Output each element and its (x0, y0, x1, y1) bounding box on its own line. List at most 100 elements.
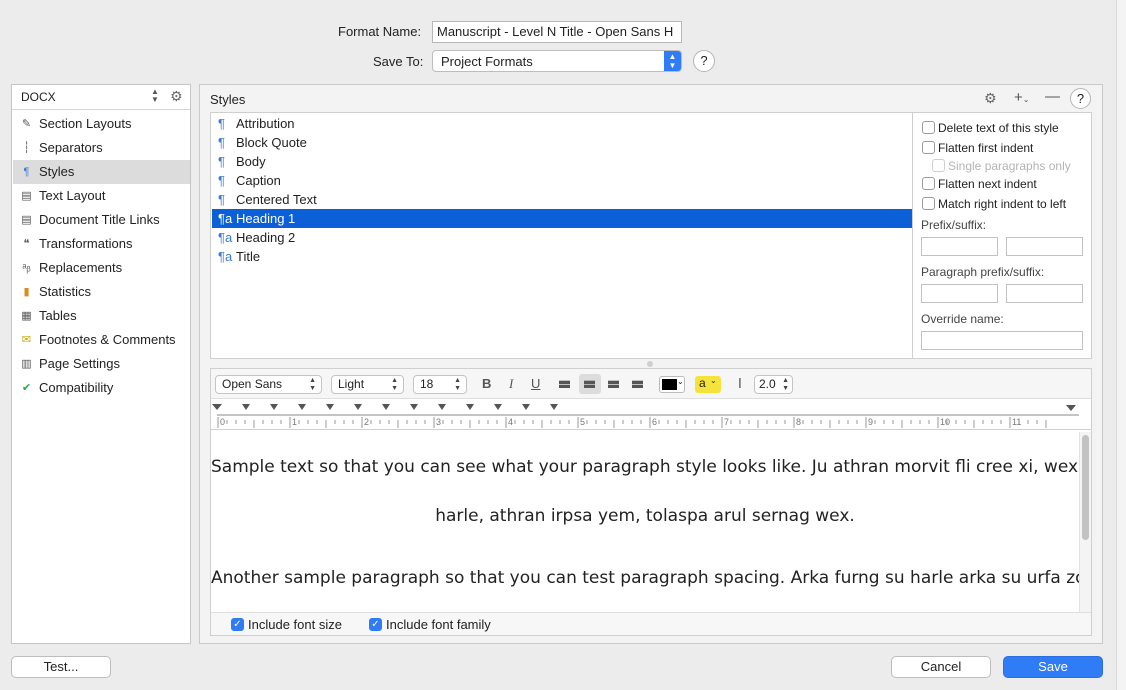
sample-preview: Sample text so that you can see what you… (211, 431, 1079, 612)
ruler-label: 2 (364, 417, 370, 427)
chevron-updown-icon: ▲ ▼ (454, 377, 461, 392)
split-handle[interactable] (647, 361, 653, 367)
format-name-label: Format Name: (338, 24, 422, 39)
sidebar-item[interactable]: ❝ Transformations (13, 232, 190, 256)
match-right-checkbox[interactable] (922, 197, 935, 210)
font-weight-value: Light (338, 377, 365, 391)
bold-button[interactable]: B (482, 376, 491, 391)
page-icon: ▥ (21, 358, 32, 370)
sidebar: DOCX ▲ ▼ ⚙ ✎ Section Layouts ┆ Separators ¶ St… (11, 84, 191, 644)
single-paragraphs-checkbox[interactable] (932, 159, 945, 172)
sidebar-item[interactable]: ▤ Text Layout (13, 184, 190, 208)
style-list-item-label: Heading 2 (236, 230, 296, 245)
font-weight-select[interactable]: Light ▲ ▼ (331, 375, 404, 394)
font-family-value: Open Sans (222, 377, 283, 391)
sidebar-item[interactable]: ✔ Compatibility (13, 376, 190, 400)
style-list-item[interactable]: ¶ Attribution (212, 114, 912, 133)
style-list-item[interactable]: ¶a Heading 1 (212, 209, 912, 228)
align-right-icon[interactable]: ▬ ▬ (608, 376, 619, 391)
paragraph-suffix-input[interactable] (1006, 284, 1083, 303)
bottom-options-bar (211, 612, 1091, 635)
sidebar-item[interactable]: ▮ Statistics (13, 280, 190, 304)
tab-stop-marker (382, 404, 390, 410)
sidebar-item[interactable]: ▥ Page Settings (13, 352, 190, 376)
test-button[interactable]: Test... (11, 656, 111, 678)
style-list-item-label: Body (236, 154, 266, 169)
table-icon: ▦ (21, 310, 32, 322)
override-name-input[interactable] (921, 331, 1083, 350)
scrollbar-thumb[interactable] (1082, 435, 1089, 540)
styles-help-button[interactable]: ? (1070, 88, 1091, 109)
add-style-icon[interactable]: +⌄ (1014, 89, 1029, 106)
paragraph-style-icon: ¶ (218, 116, 225, 131)
sidebar-item-label: Separators (39, 140, 103, 155)
italic-button[interactable]: I (509, 376, 513, 392)
help-button[interactable]: ? (693, 50, 715, 72)
include-font-size-checkbox[interactable]: ✓ (231, 618, 244, 631)
style-list-item-label: Attribution (236, 116, 295, 131)
font-size-select[interactable]: 18 ▲ ▼ (413, 375, 467, 394)
sidebar-item[interactable]: ┆ Separators (13, 136, 190, 160)
quotes-icon: ❝ (23, 238, 30, 250)
sidebar-item[interactable]: ✉ Footnotes & Comments (13, 328, 190, 352)
chevron-updown-icon: ▲ ▼ (309, 377, 316, 392)
suffix-input[interactable] (1006, 237, 1083, 256)
styles-list: ¶ Attribution ¶ Block Quote ¶ Body ¶ Caption ¶ Ce… (210, 112, 913, 359)
ruler-label: 11 (1012, 417, 1022, 427)
style-list-item[interactable]: ¶a Heading 2 (212, 228, 912, 247)
paragraph-style-icon: ¶ (218, 192, 225, 207)
paragraph-style-icon: ¶a (218, 230, 233, 245)
font-family-select[interactable]: Open Sans ▲ ▼ (215, 375, 322, 394)
sidebar-item[interactable]: ▤ Document Title Links (13, 208, 190, 232)
format-name-input[interactable]: Manuscript - Level N Title - Open Sans H (432, 21, 682, 43)
underline-button[interactable]: U (531, 376, 540, 391)
style-list-item[interactable]: ¶a Title (212, 247, 912, 266)
tab-stop-marker (326, 404, 334, 410)
sidebar-item[interactable]: ✎ Section Layouts (13, 112, 190, 136)
save-to-label: Save To: (373, 54, 424, 69)
tab-stop-marker (494, 404, 502, 410)
text-color-button[interactable]: ⌄ (659, 376, 685, 393)
align-left-icon[interactable]: ▬ ▬ (559, 376, 570, 391)
paragraph-style-icon: ¶a (218, 211, 233, 226)
flatten-first-checkbox[interactable] (922, 141, 935, 154)
align-justify-icon[interactable]: ▬ ▬ (632, 376, 643, 391)
style-list-item[interactable]: ¶ Body (212, 152, 912, 171)
paragraph-prefix-input[interactable] (921, 284, 998, 303)
style-list-item-label: Caption (236, 173, 281, 188)
flatten-next-checkbox[interactable] (922, 177, 935, 190)
include-font-family-checkbox[interactable]: ✓ (369, 618, 382, 631)
gear-icon[interactable]: ⚙ (170, 88, 183, 105)
style-list-item[interactable]: ¶ Block Quote (212, 133, 912, 152)
sidebar-item-label: Page Settings (39, 356, 120, 371)
style-list-item[interactable]: ¶ Caption (212, 171, 912, 190)
line-spacing-select[interactable]: 2.0 ▲ ▼ (754, 375, 793, 394)
ruler-label: 4 (508, 417, 514, 427)
style-list-item[interactable]: ¶ Centered Text (212, 190, 912, 209)
style-options-panel: Delete text of this style Flatten first … (912, 112, 1092, 359)
highlight-color-button[interactable]: a ⌄ (695, 376, 721, 393)
prefix-input[interactable] (921, 237, 998, 256)
sidebar-format-selector[interactable]: DOCX (21, 90, 56, 104)
gear-icon[interactable]: ⚙ (984, 90, 997, 107)
remove-style-icon[interactable]: — (1045, 88, 1060, 105)
tab-stop-marker (410, 404, 418, 410)
sidebar-item-label: Tables (39, 308, 77, 323)
chevron-updown-icon[interactable]: ▲ ▼ (151, 88, 159, 104)
save-to-select[interactable]: Project Formats ▲ ▼ (432, 50, 682, 72)
sidebar-item[interactable]: ▦ Tables (13, 304, 190, 328)
include-font-size-label: Include font size (248, 617, 342, 632)
include-font-family-label: Include font family (386, 617, 491, 632)
save-button[interactable]: Save (1003, 656, 1103, 678)
preview-scrollbar[interactable] (1079, 432, 1091, 612)
sidebar-item[interactable]: ᵃᵦ Replacements (13, 256, 190, 280)
delete-text-checkbox[interactable] (922, 121, 935, 134)
window-edge (1116, 0, 1126, 690)
flatten-next-label: Flatten next indent (938, 177, 1037, 191)
ruler[interactable]: 0 1 2 3 4 5 6 7 8 9 10 11 (211, 400, 1091, 430)
tab-stop-marker (354, 404, 362, 410)
align-center-icon[interactable]: ▬ ▬ (584, 376, 595, 391)
cancel-button[interactable]: Cancel (891, 656, 991, 678)
sidebar-item[interactable]: ¶ Styles (13, 160, 190, 184)
bar-chart-icon: ▮ (23, 286, 30, 298)
